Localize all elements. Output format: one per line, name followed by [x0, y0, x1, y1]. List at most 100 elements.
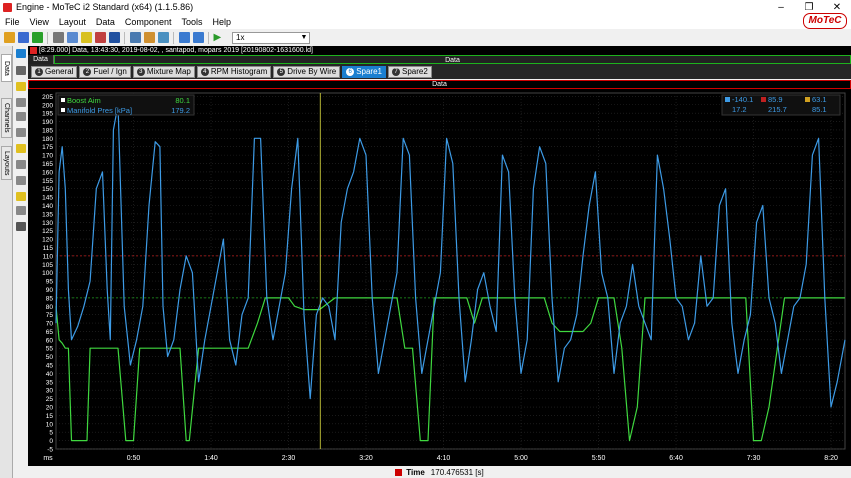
menu-component[interactable]: Component: [120, 17, 177, 27]
y-tick-label: 5: [49, 430, 53, 437]
y-tick-label: 180: [42, 136, 53, 143]
y-tick-label: 115: [43, 245, 54, 252]
y-tick-label: 150: [42, 186, 53, 193]
y-tick-label: 35: [46, 379, 54, 386]
layout-icon[interactable]: [80, 32, 92, 43]
sidebar-tab-channels[interactable]: Channels: [1, 98, 12, 138]
open-icon[interactable]: [3, 32, 15, 43]
series-line-boost-aim: [55, 297, 845, 442]
maximize-icon[interactable]: ❐: [795, 2, 823, 13]
status-value: 170.476531 [s]: [430, 467, 484, 477]
cut-icon[interactable]: [94, 32, 106, 43]
stats-row-value: 85.1: [812, 105, 827, 114]
x-tick-label: 2:30: [282, 455, 296, 462]
legend-value: 179.2: [171, 106, 190, 115]
overlay-icon[interactable]: [143, 32, 155, 43]
y-tick-label: 50: [46, 354, 54, 361]
minimize-icon[interactable]: –: [767, 2, 795, 13]
print-icon[interactable]: [52, 32, 64, 43]
y-tick-label: 20: [46, 405, 54, 412]
data-source-icon[interactable]: [16, 49, 26, 58]
zoom-select[interactable]: 1x ▼: [232, 31, 310, 44]
y-tick-label: 175: [42, 144, 53, 151]
menu-layout[interactable]: Layout: [54, 17, 91, 27]
grid-icon[interactable]: [129, 32, 141, 43]
y-tick-label: 155: [42, 178, 53, 185]
x-tick-label: 1:40: [204, 455, 218, 462]
sidebar-tab-layouts[interactable]: Layouts: [1, 146, 12, 180]
close-icon[interactable]: ✕: [823, 2, 851, 13]
save-layout-icon[interactable]: [108, 32, 120, 43]
pan-icon[interactable]: [16, 128, 26, 137]
filter-icon[interactable]: [16, 176, 26, 185]
nav-back-icon[interactable]: [178, 32, 190, 43]
stats-row-value: 215.7: [768, 105, 787, 114]
data-bar: Data Data: [28, 55, 851, 64]
motec-logo: MoTeC: [803, 13, 847, 29]
tool-column: [14, 46, 28, 478]
app-icon: [3, 2, 12, 12]
status-bar: Time 170.476531 [s]: [28, 466, 851, 478]
sidebar-tab-data[interactable]: Data: [1, 54, 12, 82]
cursor-icon[interactable]: [16, 66, 26, 75]
y-tick-label: 40: [46, 371, 54, 378]
y-tick-label: 145: [42, 195, 53, 202]
export-icon[interactable]: [31, 32, 43, 43]
menu-file[interactable]: File: [0, 17, 25, 27]
tab-general[interactable]: 1 General: [31, 65, 78, 78]
chart-svg[interactable]: -5 05 101520 2530 354045 5055 606570 7580 859095…: [28, 89, 851, 466]
tab-fuel-ign[interactable]: 2 Fuel / Ign: [79, 65, 131, 78]
zoom-out-icon[interactable]: [16, 112, 26, 121]
tab-drive-by-wire[interactable]: 5 Drive By Wire: [273, 65, 341, 78]
y-tick-label: 0: [49, 438, 53, 445]
time-distance-graph[interactable]: Data -5 0 5 10 15 20 25 30 35 40 45 50 55 60 65 70 75 80 8…: [28, 80, 851, 466]
zoom-value: 1x: [236, 33, 245, 42]
stats-header-value: -140.1: [732, 95, 753, 104]
x-tick-label: 4:10: [437, 455, 451, 462]
overlay-lap-icon[interactable]: [16, 192, 26, 201]
y-tick-label: 30: [46, 388, 54, 395]
tab-mixture-map[interactable]: 3 Mixture Map: [132, 65, 195, 78]
tab-spare2[interactable]: 7 Spare2: [387, 65, 432, 78]
menu-view[interactable]: View: [25, 17, 54, 27]
data-info-text: [8:29.000] Data, 13:43:30, 2019-08-02, ,…: [39, 47, 313, 54]
settings-icon[interactable]: [16, 206, 26, 215]
menu-help[interactable]: Help: [207, 17, 236, 27]
y-tick-label: 165: [42, 161, 53, 168]
zoom-in-icon[interactable]: [16, 98, 26, 107]
data-info-bar: [8:29.000] Data, 13:43:30, 2019-08-02, ,…: [28, 46, 851, 55]
measure-icon[interactable]: [16, 160, 26, 169]
fit-icon[interactable]: [157, 32, 169, 43]
save-icon[interactable]: [17, 32, 29, 43]
chevron-down-icon: ▼: [300, 34, 308, 41]
worksheet-tabs: 1 General 2 Fuel / Ign 3 Mixture Map 4 RPM H…: [28, 64, 851, 79]
menu-tools[interactable]: Tools: [176, 17, 207, 27]
y-tick-label: 200: [42, 102, 53, 109]
y-tick-label: 55: [46, 346, 54, 353]
y-tick-label: 60: [46, 337, 54, 344]
nav-fwd-icon[interactable]: [192, 32, 204, 43]
x-tick-label: 6:40: [669, 455, 683, 462]
play-icon[interactable]: ▶: [214, 32, 225, 43]
y-tick-label: 95: [46, 279, 54, 286]
graph-header: Data: [28, 80, 851, 89]
y-tick-label: 120: [42, 237, 53, 244]
y-tick-label: 195: [42, 111, 53, 118]
list-icon[interactable]: [16, 222, 26, 231]
marker-icon[interactable]: [16, 82, 26, 91]
tab-rpm-histogram[interactable]: 4 RPM Histogram: [196, 65, 272, 78]
tab-spare1[interactable]: 6 Spare1: [342, 65, 386, 78]
y-tick-label: 80: [46, 304, 54, 311]
x-tick-label: 3:20: [359, 455, 373, 462]
y-tick-label: 160: [42, 169, 53, 176]
copy-icon[interactable]: [66, 32, 78, 43]
x-tick-label: 5:00: [514, 455, 528, 462]
menu-data[interactable]: Data: [91, 17, 120, 27]
region-icon[interactable]: [16, 144, 26, 153]
stats-header-value: 85.9: [768, 95, 783, 104]
y-tick-label: 125: [42, 228, 53, 235]
data-bar-range[interactable]: Data: [54, 55, 851, 64]
y-tick-label: 70: [46, 321, 54, 328]
y-tick-label: 85: [46, 295, 54, 302]
y-tick-label: 170: [42, 153, 53, 160]
